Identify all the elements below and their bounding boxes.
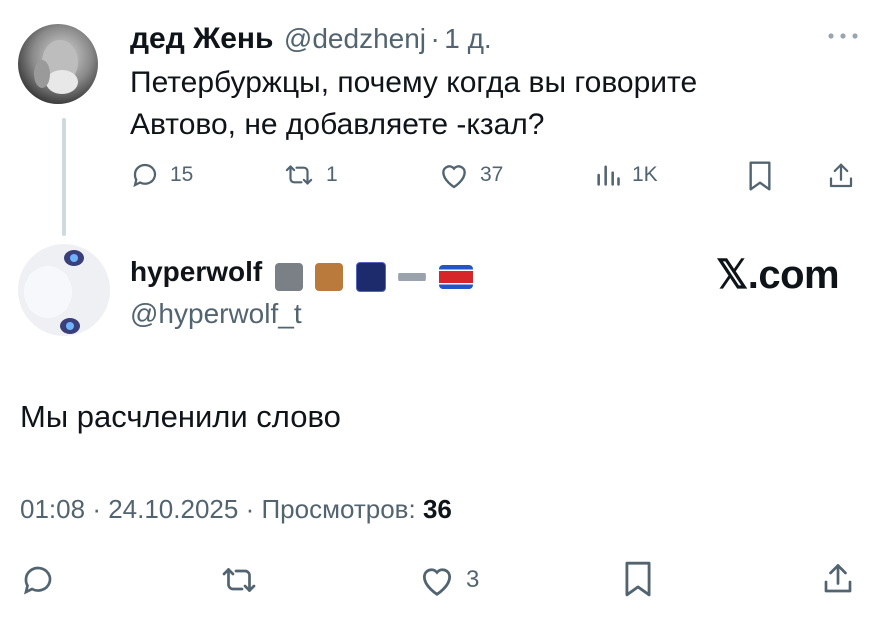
- xcom-watermark: 𝕏.com: [716, 253, 840, 297]
- night-sky-emoji-icon: [355, 261, 386, 292]
- tweet-date[interactable]: 24.10.2025: [108, 494, 238, 524]
- reply-button[interactable]: [20, 562, 56, 603]
- tweet1-text: Петербуржцы, почему когда вы говорите Ав…: [130, 62, 697, 146]
- reply-icon: [20, 566, 56, 602]
- separator-dot: ·: [430, 23, 440, 54]
- like-button[interactable]: 37: [438, 160, 503, 190]
- views-button[interactable]: 1K: [594, 160, 658, 190]
- share-icon[interactable]: [820, 560, 856, 603]
- bookmark-icon[interactable]: [746, 160, 774, 197]
- north-korea-flag-emoji-icon: [438, 264, 473, 289]
- avatar-hyperwolf[interactable]: [18, 244, 110, 336]
- like-count: 37: [480, 163, 504, 186]
- tweet2-text: Мы расчленили слово: [20, 399, 341, 434]
- views-chart-icon: [594, 160, 622, 190]
- tweet2-header: hyperwolf: [130, 256, 473, 292]
- repost-button[interactable]: [218, 562, 260, 603]
- views-label: Просмотров:: [261, 494, 416, 524]
- like-count: 3: [466, 566, 480, 593]
- author-handle[interactable]: @dedzhenj: [284, 23, 426, 54]
- share-icon[interactable]: [826, 160, 856, 197]
- views-count: 36: [422, 494, 452, 524]
- author-handle[interactable]: @hyperwolf_t: [130, 298, 302, 330]
- more-options-icon[interactable]: [826, 28, 860, 49]
- repost-count: 1: [326, 163, 338, 186]
- reply-icon: [130, 160, 160, 190]
- tweet-time[interactable]: 1 д.: [444, 23, 491, 54]
- heart-icon: [418, 562, 456, 598]
- author-name[interactable]: дед Жень: [130, 22, 273, 55]
- wolf-emoji-icon: [274, 262, 303, 291]
- tweet1-header: дед Жень @dedzhenj · 1 д.: [130, 22, 492, 56]
- repost-icon: [218, 568, 260, 602]
- tweet-time[interactable]: 01:08: [20, 494, 85, 524]
- views-count: 1K: [632, 163, 658, 186]
- tweet1-text-line2: Автово, не добавляете -кзал?: [130, 108, 545, 141]
- avatar-ded-zhen[interactable]: [18, 24, 98, 104]
- reply-count: 15: [170, 163, 194, 186]
- repost-button[interactable]: 1: [282, 160, 338, 190]
- author-name[interactable]: hyperwolf: [130, 256, 262, 287]
- thread-line: [62, 118, 66, 236]
- repost-icon: [282, 160, 316, 190]
- heart-icon: [438, 160, 470, 190]
- tweet2-meta: 01:08 · 24.10.2025 · Просмотров: 36: [20, 494, 452, 524]
- reply-button[interactable]: 15: [130, 160, 193, 190]
- like-button[interactable]: 3: [418, 562, 479, 598]
- horse-emoji-icon: [315, 262, 344, 291]
- bookmark-icon[interactable]: [622, 560, 654, 603]
- tweet1-text-line1: Петербуржцы, почему когда вы говорите: [130, 66, 698, 99]
- ufo-emoji-icon: [398, 262, 427, 291]
